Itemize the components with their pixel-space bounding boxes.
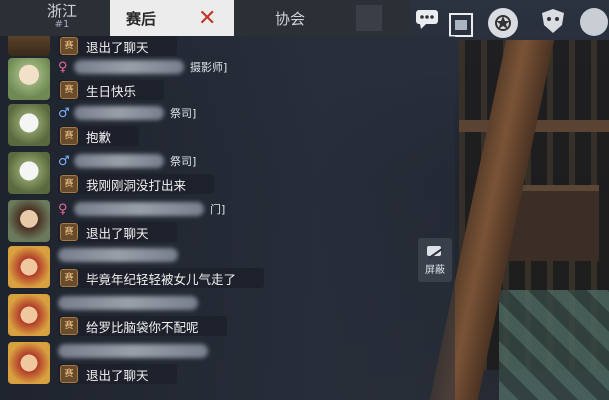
tab-extra-box bbox=[356, 5, 382, 31]
message-text: 毕竟年纪轻轻被女儿气走了 bbox=[86, 271, 237, 287]
avatar[interactable] bbox=[8, 200, 50, 242]
message-bubble: 赛 退出了聊天 bbox=[58, 36, 177, 56]
message-text: 抱歉 bbox=[86, 129, 112, 145]
chat-bubble-icon[interactable] bbox=[412, 4, 442, 34]
gender-female-icon: ♀ bbox=[58, 201, 68, 217]
chat-message: ♀ 摄影师] 赛 生日快乐 bbox=[0, 58, 440, 104]
close-x-icon[interactable]: ✕ bbox=[198, 6, 216, 31]
message-text: 生日快乐 bbox=[86, 83, 137, 99]
match-tag: 赛 bbox=[60, 127, 78, 145]
match-tag: 赛 bbox=[60, 365, 78, 383]
chat-message: 赛 退出了聊天 bbox=[0, 36, 440, 60]
avatar[interactable] bbox=[8, 36, 50, 56]
sender-info bbox=[58, 294, 202, 312]
redacted-name bbox=[58, 344, 208, 358]
redacted-name bbox=[74, 202, 204, 216]
match-tag: 赛 bbox=[60, 223, 78, 241]
chat-tab-bar: 浙江 #1 赛后 ✕ 协会 bbox=[0, 0, 410, 36]
tab-extra[interactable] bbox=[344, 0, 394, 36]
chat-message: ♂ 祭司] 赛 抱歉 bbox=[0, 104, 440, 150]
sender-info bbox=[58, 246, 182, 264]
redacted-name bbox=[58, 248, 178, 262]
gender-male-icon: ♂ bbox=[58, 105, 70, 121]
tab-association-label: 协会 bbox=[274, 9, 305, 28]
gender-female-icon: ♀ bbox=[58, 59, 68, 75]
background-floor bbox=[499, 290, 609, 400]
tab-postmatch-label: 赛后 bbox=[126, 9, 157, 28]
settings-circle-icon[interactable] bbox=[580, 8, 608, 36]
redacted-name bbox=[74, 106, 164, 120]
block-button-label: 屏蔽 bbox=[425, 264, 445, 276]
match-tag: 赛 bbox=[60, 175, 78, 193]
chat-message: ♀ 门] 赛 退出了聊天 bbox=[0, 200, 440, 246]
message-text: 退出了聊天 bbox=[86, 225, 149, 241]
message-bubble: 赛 给罗比脑袋你不配呢 bbox=[58, 316, 227, 336]
block-message-icon bbox=[427, 245, 443, 259]
message-bubble: 赛 退出了聊天 bbox=[58, 364, 177, 384]
match-tag: 赛 bbox=[60, 37, 78, 55]
redacted-name bbox=[74, 154, 164, 168]
tab-association[interactable]: 协会 bbox=[236, 0, 344, 36]
match-tag: 赛 bbox=[60, 317, 78, 335]
tab-region-label: 浙江 bbox=[46, 2, 77, 20]
badge-icon[interactable] bbox=[488, 8, 518, 38]
chat-message: 赛 退出了聊天 bbox=[0, 342, 440, 388]
shield-mask-icon[interactable] bbox=[538, 6, 568, 36]
match-tag: 赛 bbox=[60, 81, 78, 99]
sender-title: 祭司] bbox=[170, 107, 197, 120]
avatar[interactable] bbox=[8, 104, 50, 146]
avatar[interactable] bbox=[8, 246, 50, 288]
tab-region[interactable]: 浙江 #1 bbox=[14, 0, 110, 36]
chat-message: ♂ 祭司] 赛 我刚刚洞没打出来 bbox=[0, 152, 440, 198]
sender-info: ♂ 祭司] bbox=[58, 104, 196, 122]
sender-title: 摄影师] bbox=[190, 61, 228, 74]
message-bubble: 赛 生日快乐 bbox=[58, 80, 165, 100]
chat-message: 赛 毕竟年纪轻轻被女儿气走了 bbox=[0, 246, 440, 292]
message-bubble: 赛 退出了聊天 bbox=[58, 222, 177, 242]
message-text: 给罗比脑袋你不配呢 bbox=[86, 319, 199, 335]
avatar[interactable] bbox=[8, 152, 50, 194]
message-text: 我刚刚洞没打出来 bbox=[86, 177, 187, 193]
tab-postmatch[interactable]: 赛后 ✕ bbox=[110, 0, 234, 36]
message-text: 退出了聊天 bbox=[86, 367, 149, 383]
avatar[interactable] bbox=[8, 294, 50, 336]
sender-info bbox=[58, 342, 212, 360]
sender-title: 门] bbox=[210, 203, 226, 216]
gender-male-icon: ♂ bbox=[58, 153, 70, 169]
redacted-name bbox=[58, 296, 198, 310]
sender-info: ♀ 摄影师] bbox=[58, 58, 227, 76]
chat-message: 赛 给罗比脑袋你不配呢 bbox=[0, 294, 440, 340]
message-bubble: 赛 我刚刚洞没打出来 bbox=[58, 174, 215, 194]
sender-title: 祭司] bbox=[170, 155, 197, 168]
message-bubble: 赛 毕竟年纪轻轻被女儿气走了 bbox=[58, 268, 265, 288]
block-button[interactable]: 屏蔽 bbox=[418, 238, 452, 282]
message-text: 退出了聊天 bbox=[86, 39, 149, 55]
message-bubble: 赛 抱歉 bbox=[58, 126, 140, 146]
avatar[interactable] bbox=[8, 342, 50, 384]
redacted-name bbox=[74, 60, 184, 74]
chat-message-list[interactable]: 赛 退出了聊天 ♀ 摄影师] 赛 生日快乐 ♂ 祭司] 赛 抱歉 ♂ 祭司] 赛… bbox=[0, 36, 455, 400]
sender-info: ♂ 祭司] bbox=[58, 152, 196, 170]
avatar[interactable] bbox=[8, 58, 50, 100]
sender-info: ♀ 门] bbox=[58, 200, 225, 218]
match-tag: 赛 bbox=[60, 269, 78, 287]
tab-region-sub: #1 bbox=[54, 19, 70, 30]
